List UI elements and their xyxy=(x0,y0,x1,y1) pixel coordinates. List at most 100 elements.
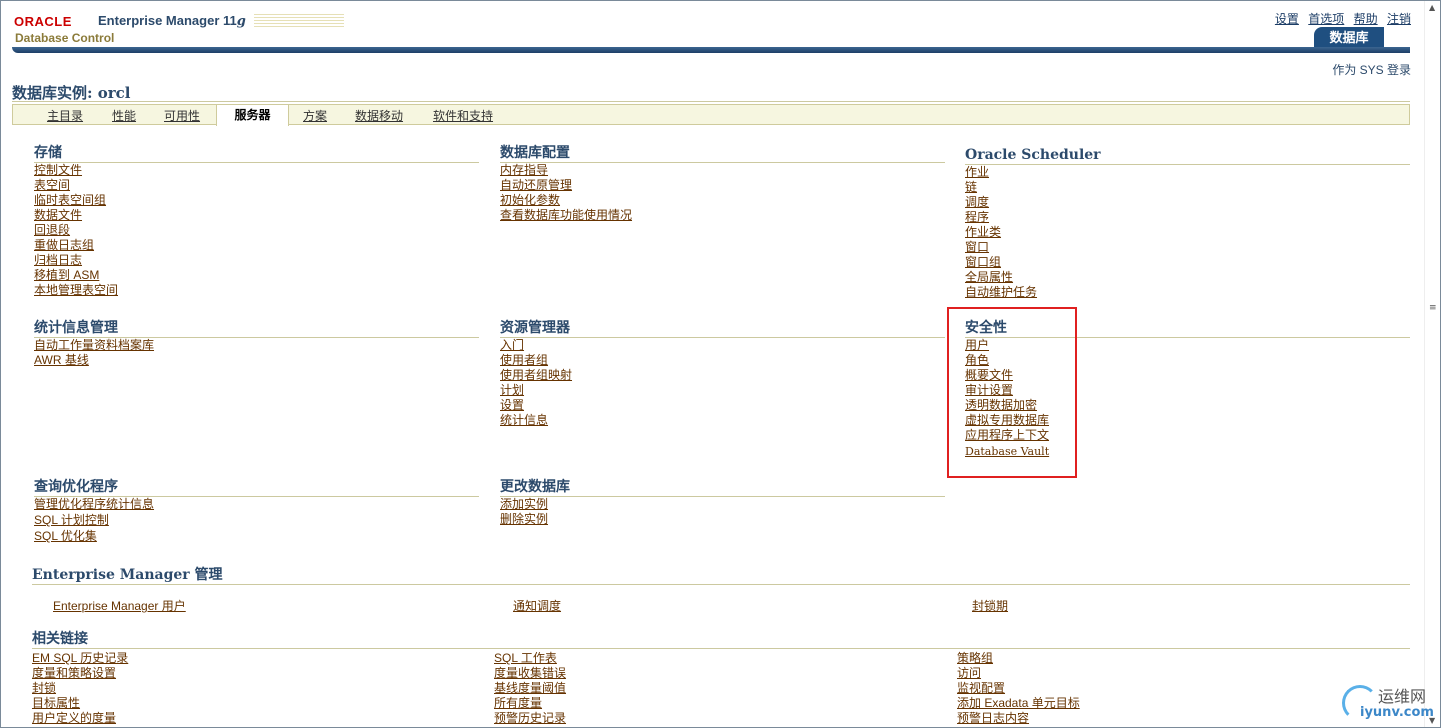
product-name: Enterprise Manager 11g xyxy=(98,13,246,29)
link-baseline-metric-thresholds[interactable]: 基线度量阈值 xyxy=(494,681,566,695)
section-scheduler: Oracle Scheduler 作业 链 调度 程序 作业类 窗口 窗口组 全… xyxy=(965,147,1410,300)
link-consumer-group-mappings[interactable]: 使用者组映射 xyxy=(500,368,572,382)
subtab-availability[interactable]: 可用性 xyxy=(164,107,200,124)
subtab-data-movement[interactable]: 数据移动 xyxy=(355,107,403,124)
section-title: Oracle Scheduler xyxy=(965,147,1410,165)
watermark-url: iyunv.com xyxy=(1360,705,1434,720)
related-col-2: SQL 工作表 度量收集错误 基线度量阈值 所有度量 预警历史记录 xyxy=(494,651,934,726)
subtab-schema[interactable]: 方案 xyxy=(303,107,327,124)
highlight-box xyxy=(947,307,1077,478)
settings-link[interactable]: 设置 xyxy=(1275,12,1299,26)
link-sql-worksheet[interactable]: SQL 工作表 xyxy=(494,651,557,665)
related-col-1: EM SQL 历史记录 度量和策略设置 封锁 目标属性 用户定义的度量 xyxy=(32,651,472,726)
link-programs[interactable]: 程序 xyxy=(965,210,989,224)
link-optimizer-stats[interactable]: 管理优化程序统计信息 xyxy=(34,497,154,511)
link-control-files[interactable]: 控制文件 xyxy=(34,163,82,177)
scroll-up-icon[interactable]: ▲ xyxy=(1429,3,1435,12)
section-title: 查询优化程序 xyxy=(34,479,479,497)
section-title: 数据库配置 xyxy=(500,145,945,163)
subtab-server[interactable]: 服务器 xyxy=(216,104,289,126)
link-resource-statistics[interactable]: 统计信息 xyxy=(500,413,548,427)
link-plans[interactable]: 计划 xyxy=(500,383,524,397)
link-undo-management[interactable]: 自动还原管理 xyxy=(500,178,572,192)
link-em-users[interactable]: Enterprise Manager 用户 xyxy=(53,599,186,613)
link-jobs[interactable]: 作业 xyxy=(965,165,989,179)
section-resource-manager: 资源管理器 入门 使用者组 使用者组映射 计划 设置 统计信息 xyxy=(500,320,945,428)
link-awr[interactable]: 自动工作量资料档案库 xyxy=(34,338,154,352)
section-title: 存储 xyxy=(34,145,479,163)
link-awr-baselines[interactable]: AWR 基线 xyxy=(34,353,89,367)
logout-link[interactable]: 注销 xyxy=(1387,12,1411,26)
em-admin-item: 通知调度 xyxy=(513,597,561,614)
link-redo-log-groups[interactable]: 重做日志组 xyxy=(34,238,94,252)
login-status: 作为 SYS 登录 xyxy=(1332,63,1411,77)
link-target-properties[interactable]: 目标属性 xyxy=(32,696,80,710)
em-admin-item: Enterprise Manager 用户 xyxy=(53,597,186,614)
section-storage: 存储 控制文件 表空间 临时表空间组 数据文件 回退段 重做日志组 归档日志 移… xyxy=(34,145,479,298)
link-monitoring-config[interactable]: 监视配置 xyxy=(957,681,1005,695)
tab-database[interactable]: 数据库 xyxy=(1314,27,1384,48)
link-alert-history[interactable]: 预警历史记录 xyxy=(494,711,566,725)
link-em-sql-history[interactable]: EM SQL 历史记录 xyxy=(32,651,128,665)
link-delete-instance[interactable]: 删除实例 xyxy=(500,512,548,526)
link-access[interactable]: 访问 xyxy=(957,666,981,680)
link-locally-managed-tablespaces[interactable]: 本地管理表空间 xyxy=(34,283,118,297)
link-alert-log-contents[interactable]: 预警日志内容 xyxy=(957,711,1029,725)
preferences-link[interactable]: 首选项 xyxy=(1308,12,1344,26)
link-windows[interactable]: 窗口 xyxy=(965,240,989,254)
link-all-metrics[interactable]: 所有度量 xyxy=(494,696,542,710)
help-link[interactable]: 帮助 xyxy=(1354,12,1378,26)
vertical-scrollbar[interactable]: ▲ ≡ ▼ xyxy=(1424,1,1440,727)
link-datafiles[interactable]: 数据文件 xyxy=(34,208,82,222)
global-links: 设置 首选项 帮助 注销 xyxy=(1269,10,1411,27)
section-related-links: 相关链接 xyxy=(32,631,1410,649)
watermark-cn: 运维网 xyxy=(1378,687,1427,706)
link-consumer-groups[interactable]: 使用者组 xyxy=(500,353,548,367)
subtab-home[interactable]: 主目录 xyxy=(47,107,83,124)
related-col-3: 策略组 访问 监视配置 添加 Exadata 单元目标 预警日志内容 xyxy=(957,651,1397,726)
link-archive-logs[interactable]: 归档日志 xyxy=(34,253,82,267)
link-notification-schedule[interactable]: 通知调度 xyxy=(513,599,561,613)
link-getting-started[interactable]: 入门 xyxy=(500,338,524,352)
link-blackout[interactable]: 封锁 xyxy=(32,681,56,695)
link-init-parameters[interactable]: 初始化参数 xyxy=(500,193,560,207)
link-add-instance[interactable]: 添加实例 xyxy=(500,497,548,511)
em-admin-item: 封锁期 xyxy=(972,597,1008,614)
section-title: Enterprise Manager 管理 xyxy=(32,567,1410,585)
link-chains[interactable]: 链 xyxy=(965,180,977,194)
link-memory-advisors[interactable]: 内存指导 xyxy=(500,163,548,177)
link-temp-tablespace-groups[interactable]: 临时表空间组 xyxy=(34,193,106,207)
link-rollback-segments[interactable]: 回退段 xyxy=(34,223,70,237)
link-schedules[interactable]: 调度 xyxy=(965,195,989,209)
link-metric-policy-settings[interactable]: 度量和策略设置 xyxy=(32,666,116,680)
link-auto-maintenance-tasks[interactable]: 自动维护任务 xyxy=(965,285,1037,299)
section-query-optimizer: 查询优化程序 管理优化程序统计信息 SQL 计划控制 SQL 优化集 xyxy=(34,479,479,543)
subtab-bar: 主目录 性能 可用性 服务器 方案 数据移动 软件和支持 xyxy=(12,104,1410,126)
section-title: 更改数据库 xyxy=(500,479,945,497)
link-add-exadata-target[interactable]: 添加 Exadata 单元目标 xyxy=(957,696,1080,710)
link-feature-usage[interactable]: 查看数据库功能使用情况 xyxy=(500,208,632,222)
link-migrate-asm[interactable]: 移植到 ASM xyxy=(34,268,99,282)
link-sql-plan-control[interactable]: SQL 计划控制 xyxy=(34,513,109,527)
product-subtitle: Database Control xyxy=(15,31,115,45)
link-global-attributes[interactable]: 全局属性 xyxy=(965,270,1013,284)
header-bar xyxy=(12,47,1410,53)
link-policy-groups[interactable]: 策略组 xyxy=(957,651,993,665)
link-resource-settings[interactable]: 设置 xyxy=(500,398,524,412)
section-change-database: 更改数据库 添加实例 删除实例 xyxy=(500,479,945,527)
link-user-defined-metrics[interactable]: 用户定义的度量 xyxy=(32,711,116,725)
subtab-software-support[interactable]: 软件和支持 xyxy=(433,107,493,124)
link-metric-collection-errors[interactable]: 度量收集错误 xyxy=(494,666,566,680)
link-job-classes[interactable]: 作业类 xyxy=(965,225,1001,239)
scroll-grip-icon[interactable]: ≡ xyxy=(1429,303,1437,313)
section-stats: 统计信息管理 自动工作量资料档案库 AWR 基线 xyxy=(34,320,479,368)
link-window-groups[interactable]: 窗口组 xyxy=(965,255,1001,269)
link-tablespaces[interactable]: 表空间 xyxy=(34,178,70,192)
section-title: 资源管理器 xyxy=(500,320,945,338)
link-sql-tuning-sets[interactable]: SQL 优化集 xyxy=(34,529,97,543)
header-stripes xyxy=(254,14,344,29)
link-blackouts[interactable]: 封锁期 xyxy=(972,599,1008,613)
subtab-performance[interactable]: 性能 xyxy=(112,107,136,124)
section-db-config: 数据库配置 内存指导 自动还原管理 初始化参数 查看数据库功能使用情况 xyxy=(500,145,945,223)
section-title: 统计信息管理 xyxy=(34,320,479,338)
